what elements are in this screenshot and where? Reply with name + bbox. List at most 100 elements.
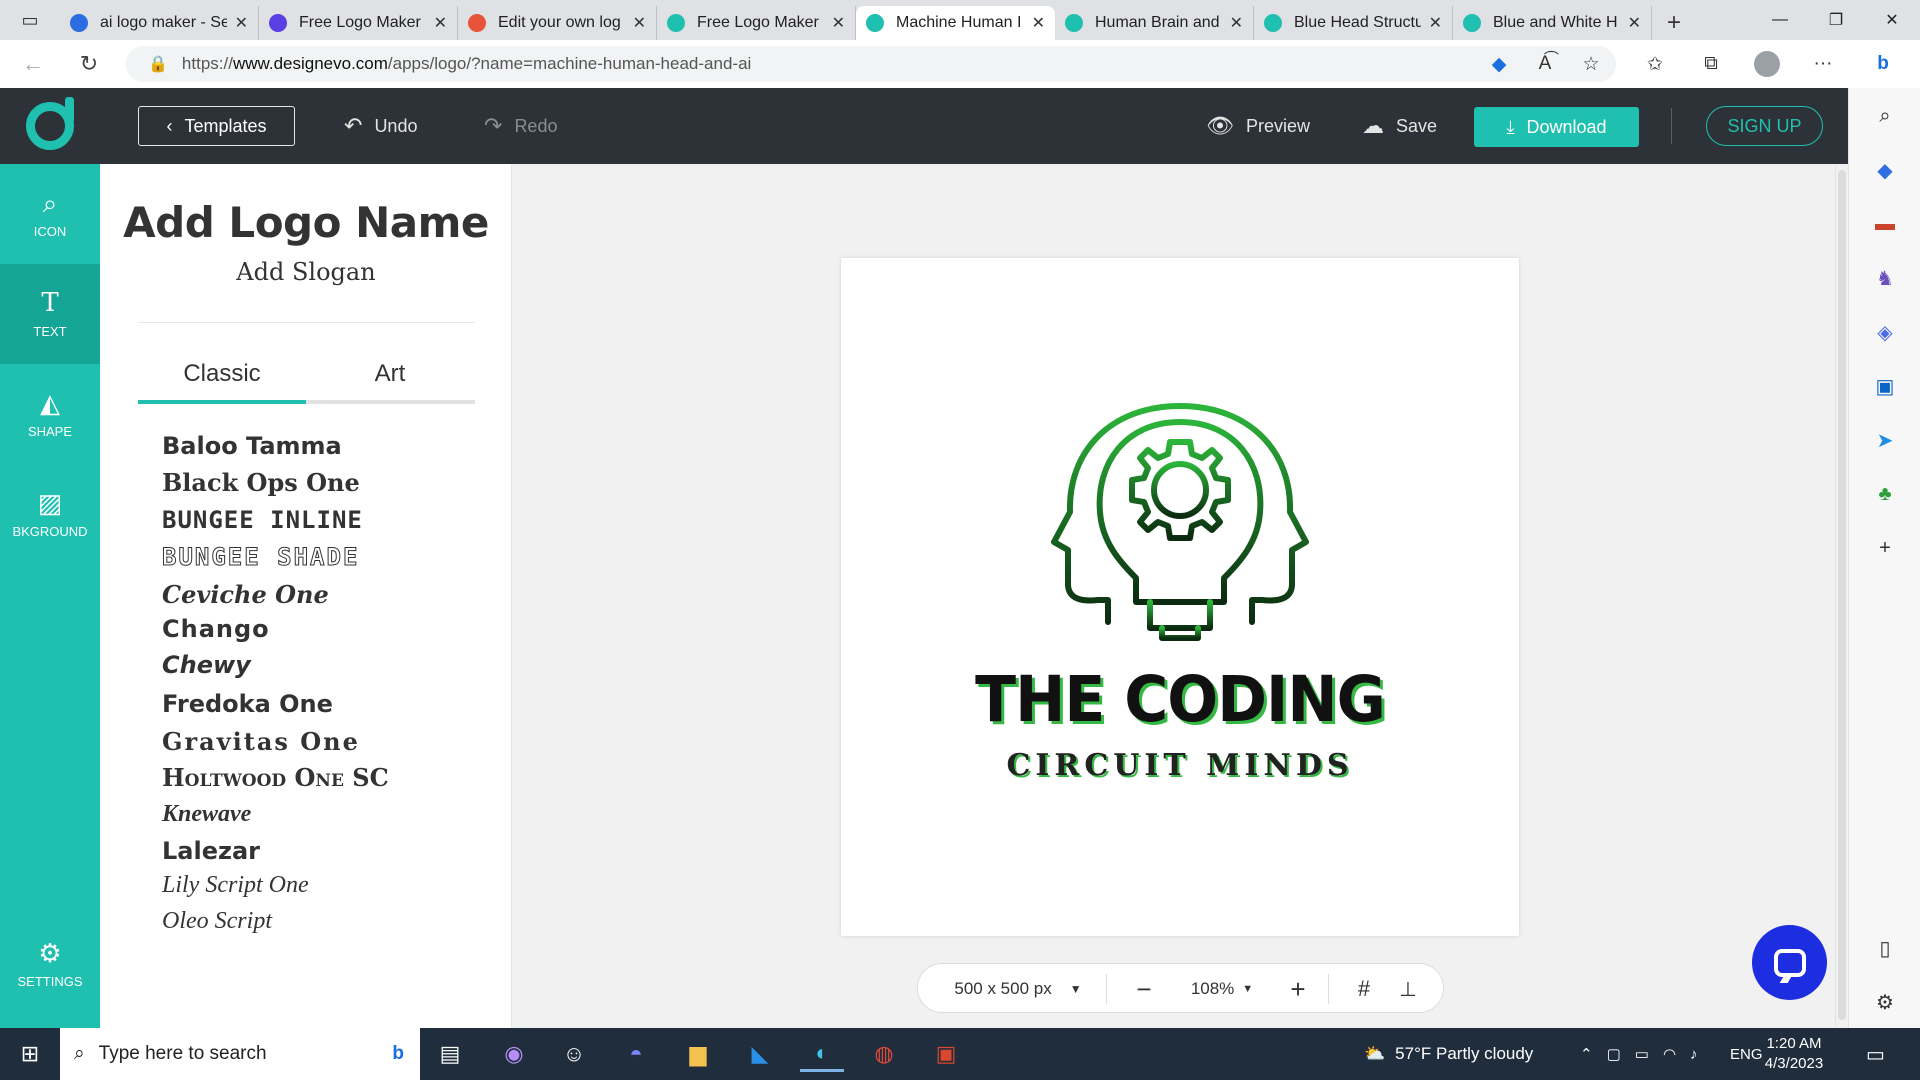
task-view-icon[interactable]: ▤ [428,1036,472,1072]
add-favorite-icon[interactable]: ☆ [1576,50,1606,78]
preview-button[interactable]: 👁 Preview [1206,108,1310,144]
font-option[interactable]: Black Ops One [162,468,360,497]
nav-text[interactable]: T TEXT [0,264,100,364]
bing-icon[interactable]: b [1868,50,1898,78]
office-icon[interactable]: ◈ [1849,314,1920,350]
font-option[interactable]: Fredoka One [162,690,333,718]
close-tab-icon[interactable]: ✕ [1628,13,1641,33]
font-option[interactable]: Knewave [162,801,251,828]
collections-icon[interactable]: ⧉ [1696,50,1726,78]
browser-tab[interactable]: Blue Head Structu ✕ [1254,6,1453,40]
shopping-tag-icon[interactable]: ◆ [1484,50,1514,78]
logo-artboard[interactable]: THE CODING CIRCUIT MINDS [841,258,1519,936]
logo-subtitle-text[interactable]: CIRCUIT MINDS [841,748,1519,783]
edge-icon[interactable]: ◐ [800,1036,844,1072]
profile-avatar[interactable] [1752,50,1782,78]
browser-tab[interactable]: Human Brain and ✕ [1055,6,1254,40]
close-tab-icon[interactable]: ✕ [235,13,248,33]
favorites-icon[interactable]: ✩ [1640,50,1670,78]
outlook-icon[interactable]: ▣ [1849,368,1920,404]
chrome-icon[interactable]: ◍ [862,1036,906,1072]
taskbar-search[interactable]: ⌕ Type here to search b [60,1028,420,1080]
close-tab-icon[interactable]: ✕ [633,13,646,33]
browser-tab[interactable]: Free Logo Maker ✕ [259,6,458,40]
close-window-icon[interactable]: ✕ [1864,0,1920,40]
zoom-dropdown[interactable]: 108% ▼ [1174,964,1270,1014]
url-field[interactable]: 🔒 https://www.designevo.com/apps/logo/?n… [126,46,1616,82]
browser-tab[interactable]: Blue and White H ✕ [1453,6,1652,40]
scroll-thumb[interactable] [1838,170,1846,1020]
tab-actions-icon[interactable]: ▭ [0,0,60,40]
restore-icon[interactable]: ❐ [1808,0,1864,40]
read-aloud-icon[interactable]: A͡ [1530,50,1560,78]
download-button[interactable]: ⤓ Download [1474,107,1639,147]
templates-button[interactable]: ‹ Templates [138,106,295,146]
vscode-icon[interactable]: ◣ [738,1036,782,1072]
tools-icon[interactable]: ▬ [1849,206,1920,242]
discord-icon[interactable]: ◓ [614,1036,658,1072]
more-menu-icon[interactable]: ··· [1808,50,1838,78]
tree-icon[interactable]: ♣ [1849,476,1920,512]
font-option[interactable]: Baloo Tamma [162,432,342,460]
sidebar-toggle-icon[interactable]: ▯ [1849,930,1920,966]
workspace-scrollbar[interactable] [1835,164,1848,1028]
nav-settings[interactable]: ⚙ SETTINGS [0,914,100,1014]
browser-tab[interactable]: Machine Human I ✕ [856,6,1055,40]
grid-icon[interactable]: # [1344,964,1384,1014]
save-button[interactable]: ☁ Save [1362,108,1437,144]
close-tab-icon[interactable]: ✕ [832,13,845,33]
redo-button[interactable]: ↷ Redo [484,108,557,144]
settings-gear-icon[interactable]: ⚙ [1849,984,1920,1020]
font-option[interactable]: Chango [162,615,270,643]
signup-button[interactable]: SIGN UP [1706,106,1823,146]
font-option[interactable]: BUNGEE SHADE [161,543,359,572]
browser-tab[interactable]: ai logo maker - Se ✕ [60,6,259,40]
notifications-icon[interactable]: ▭ [1866,1028,1885,1080]
back-icon[interactable]: ← [16,48,50,80]
minimize-icon[interactable]: — [1752,0,1808,40]
tab-art[interactable]: Art [306,360,474,404]
powerpoint-icon[interactable]: ▣ [924,1036,968,1072]
font-option[interactable]: Lily Script One [162,872,309,899]
nav-icon[interactable]: ⌕ ICON [0,164,100,264]
close-tab-icon[interactable]: ✕ [434,13,447,33]
close-tab-icon[interactable]: ✕ [1429,13,1442,33]
browser-tab[interactable]: Free Logo Maker ✕ [657,6,856,40]
search-icon[interactable]: ⌕ [1849,98,1920,134]
head-gear-bulb-icon[interactable] [1050,402,1310,642]
shopping-icon[interactable]: ◆ [1849,152,1920,188]
send-icon[interactable]: ➤ [1849,422,1920,458]
bing-icon[interactable]: b [392,1043,404,1065]
font-option[interactable]: Oleo Script [162,908,272,935]
system-tray[interactable]: ⌃ ▢ ▭ ◠ ♪ [1580,1028,1698,1080]
new-tab-button[interactable]: + [1652,6,1696,40]
font-option[interactable]: Lalezar [162,837,260,865]
browser-tab[interactable]: Edit your own log ✕ [458,6,657,40]
add-slogan[interactable]: Add Slogan [100,258,511,286]
refresh-icon[interactable]: ↻ [72,48,106,80]
file-explorer-icon[interactable]: ▆ [676,1036,720,1072]
emoji-app-icon[interactable]: ☺ [552,1036,596,1072]
font-option[interactable]: Chewy [162,651,251,679]
font-option[interactable]: Holtwood One SC [162,763,389,792]
tab-classic[interactable]: Classic [138,360,306,404]
font-option[interactable]: BUNGEE INLINE [162,506,363,534]
align-icon[interactable]: ⊥ [1388,964,1428,1014]
nav-shape[interactable]: ◭ SHAPE [0,364,100,464]
windows-start-icon[interactable]: ⊞ [0,1028,60,1080]
weather-widget[interactable]: ⛅ 57°F Partly cloudy [1364,1028,1533,1080]
zoom-in-button[interactable]: + [1278,964,1318,1014]
zoom-out-button[interactable]: − [1124,964,1164,1014]
clock[interactable]: 1:20 AM 4/3/2023 [1744,1034,1844,1074]
close-tab-icon[interactable]: ✕ [1032,13,1045,33]
add-icon[interactable]: + [1849,530,1920,566]
canvas-size-dropdown[interactable]: 500 x 500 px ▼ [938,964,1098,1014]
font-option[interactable]: Gravitas One [162,727,360,756]
nav-background[interactable]: ▨ BKGROUND [0,464,100,564]
github-icon[interactable]: ◉ [492,1036,536,1072]
designevo-logo[interactable] [26,97,74,150]
chat-button[interactable] [1752,925,1827,1000]
add-logo-name[interactable]: Add Logo Name [100,198,511,247]
close-tab-icon[interactable]: ✕ [1230,13,1243,33]
font-option[interactable]: Ceviche One [162,580,329,609]
